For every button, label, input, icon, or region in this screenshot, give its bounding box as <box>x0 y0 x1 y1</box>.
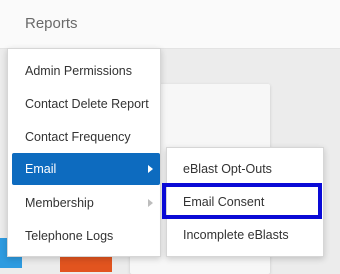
submenu-item-label: eBlast Opt-Outs <box>183 162 272 176</box>
menu-item-label: Membership <box>25 196 94 210</box>
menu-item-label: Admin Permissions <box>25 64 132 78</box>
menu-item-label: Contact Delete Report <box>25 97 149 111</box>
menu-item-telephone-logs[interactable]: Telephone Logs <box>8 220 160 252</box>
reports-header: Reports <box>0 0 340 49</box>
submenu-item-label: Incomplete eBlasts <box>183 228 289 242</box>
reports-tab[interactable]: Reports <box>25 15 78 32</box>
menu-item-email[interactable]: Email <box>12 153 160 185</box>
chevron-right-icon <box>148 199 153 207</box>
menu-item-label: Email <box>25 162 57 176</box>
reports-dropdown-menu: Admin Permissions Contact Delete Report … <box>7 48 161 257</box>
menu-item-contact-frequency[interactable]: Contact Frequency <box>8 121 160 153</box>
menu-item-label: Contact Frequency <box>25 130 131 144</box>
submenu-item-eblast-opt-outs[interactable]: eBlast Opt-Outs <box>167 153 323 185</box>
menu-item-contact-delete-report[interactable]: Contact Delete Report <box>8 88 160 120</box>
chevron-right-icon <box>148 165 153 173</box>
menu-item-label: Telephone Logs <box>25 229 114 243</box>
menu-item-admin-permissions[interactable]: Admin Permissions <box>8 55 160 87</box>
menu-item-membership[interactable]: Membership <box>8 187 160 219</box>
highlight-box <box>162 183 322 219</box>
submenu-item-incomplete-eblasts[interactable]: Incomplete eBlasts <box>167 219 323 251</box>
